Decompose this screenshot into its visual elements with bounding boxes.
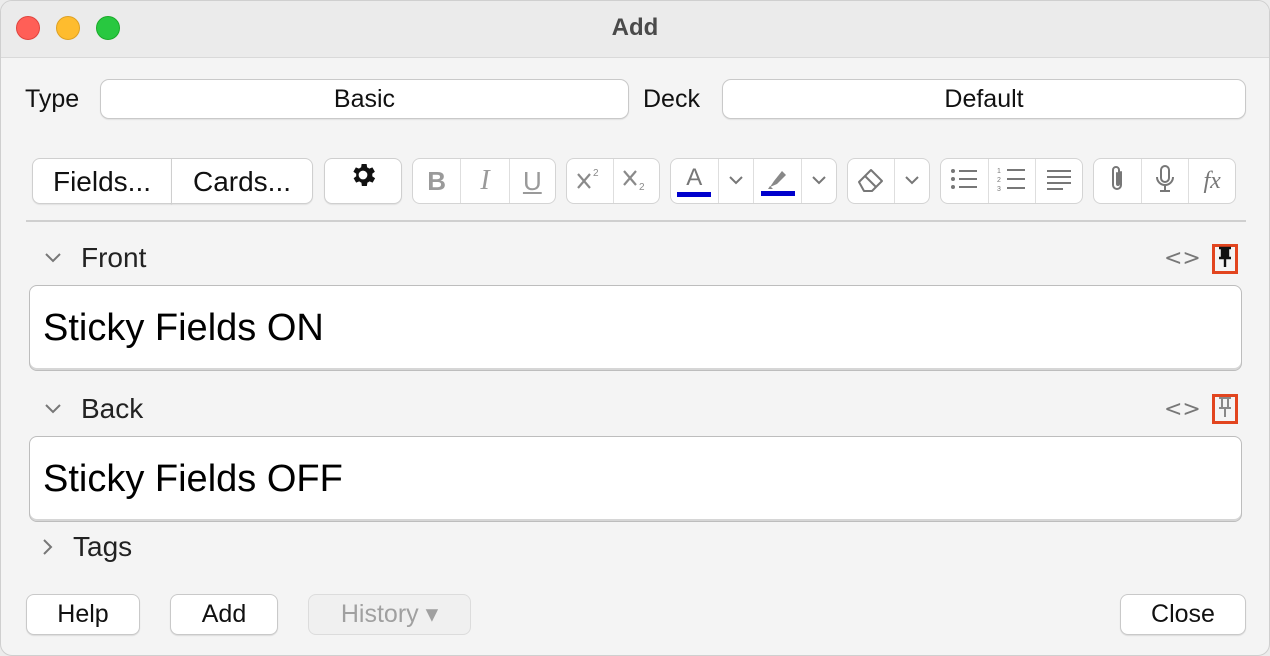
eraser-icon [855,164,887,199]
front-field-label: Front [81,242,147,273]
chevron-down-icon [904,172,920,190]
tags-label[interactable]: Tags [73,531,132,563]
pin-icon [1216,246,1234,273]
svg-text:2: 2 [639,182,645,192]
insert-group: fx [1093,158,1236,204]
deck-selector[interactable]: Default [722,79,1246,119]
record-audio-button[interactable] [1142,159,1190,203]
pin-outline-icon [1216,396,1234,423]
deck-label: Deck [643,85,700,113]
front-field-editor[interactable]: Sticky Fields ON [29,285,1242,371]
type-selector[interactable]: Basic [100,79,629,119]
cards-button[interactable]: Cards... [171,158,313,204]
window-title: Add [611,14,659,41]
superscript-icon: 2 [575,166,605,197]
settings-button[interactable] [324,158,402,204]
help-button[interactable]: Help [26,594,140,635]
bullet-list-icon [949,167,979,196]
html-editor-toggle-back-icon[interactable]: <> [1164,397,1201,422]
align-icon [1045,167,1073,196]
script-group: 2 2 [566,158,660,204]
formula-icon: fx [1203,167,1221,194]
attach-button[interactable] [1094,159,1142,203]
type-label: Type [25,85,80,113]
svg-text:3: 3 [997,186,1001,192]
add-button[interactable]: Add [170,594,278,635]
svg-text:2: 2 [593,168,599,179]
title-bar: Add [1,1,1269,58]
highlight-color-dropdown[interactable] [802,159,836,203]
sticky-pin-front-button[interactable] [1212,244,1238,274]
highlight-color-button[interactable] [754,159,803,203]
microphone-icon [1154,164,1176,199]
italic-button[interactable]: I [461,159,510,203]
underline-icon: U [522,165,542,196]
svg-text:2: 2 [997,177,1001,184]
fields-button[interactable]: Fields... [32,158,172,204]
sticky-pin-back-button[interactable] [1212,394,1238,424]
collapse-back-icon[interactable] [43,402,63,421]
attachment-icon [1107,164,1127,199]
text-color-icon: A [677,165,712,197]
clear-format-button[interactable] [848,159,896,203]
numbered-list-icon: 1 2 3 [997,166,1027,197]
gear-icon [348,158,378,204]
subscript-button[interactable]: 2 [614,159,660,203]
underline-button[interactable]: U [510,159,555,203]
highlight-color-icon [760,167,795,196]
numbered-list-button[interactable]: 1 2 3 [989,159,1037,203]
close-button[interactable]: Close [1120,594,1246,635]
back-field-editor[interactable]: Sticky Fields OFF [29,436,1242,522]
expand-tags-icon[interactable] [41,537,55,562]
chevron-down-icon [811,172,827,190]
superscript-button[interactable]: 2 [567,159,614,203]
clear-format-group [847,158,930,204]
bullet-list-button[interactable] [941,159,989,203]
color-group: A [670,158,837,204]
align-button[interactable] [1036,159,1082,203]
italic-icon: I [480,165,490,196]
toolbar-divider [26,220,1246,222]
text-style-group: B I U [412,158,556,204]
chevron-down-icon [728,172,744,190]
html-editor-toggle-front-icon[interactable]: <> [1164,246,1201,271]
text-color-button[interactable]: A [671,159,719,203]
svg-text:1: 1 [997,168,1001,175]
list-group: 1 2 3 [940,158,1083,204]
bold-icon: B [427,165,447,196]
formula-button[interactable]: fx [1189,159,1235,203]
add-window: Add Type Basic Deck Default Fields... Ca… [0,0,1270,656]
back-field-label: Back [81,393,144,424]
bold-button[interactable]: B [413,159,462,203]
text-color-dropdown[interactable] [719,159,755,203]
collapse-front-icon[interactable] [43,251,63,270]
subscript-icon: 2 [621,166,651,197]
clear-format-dropdown[interactable] [895,159,929,203]
history-button[interactable]: History ▾ [308,594,471,635]
